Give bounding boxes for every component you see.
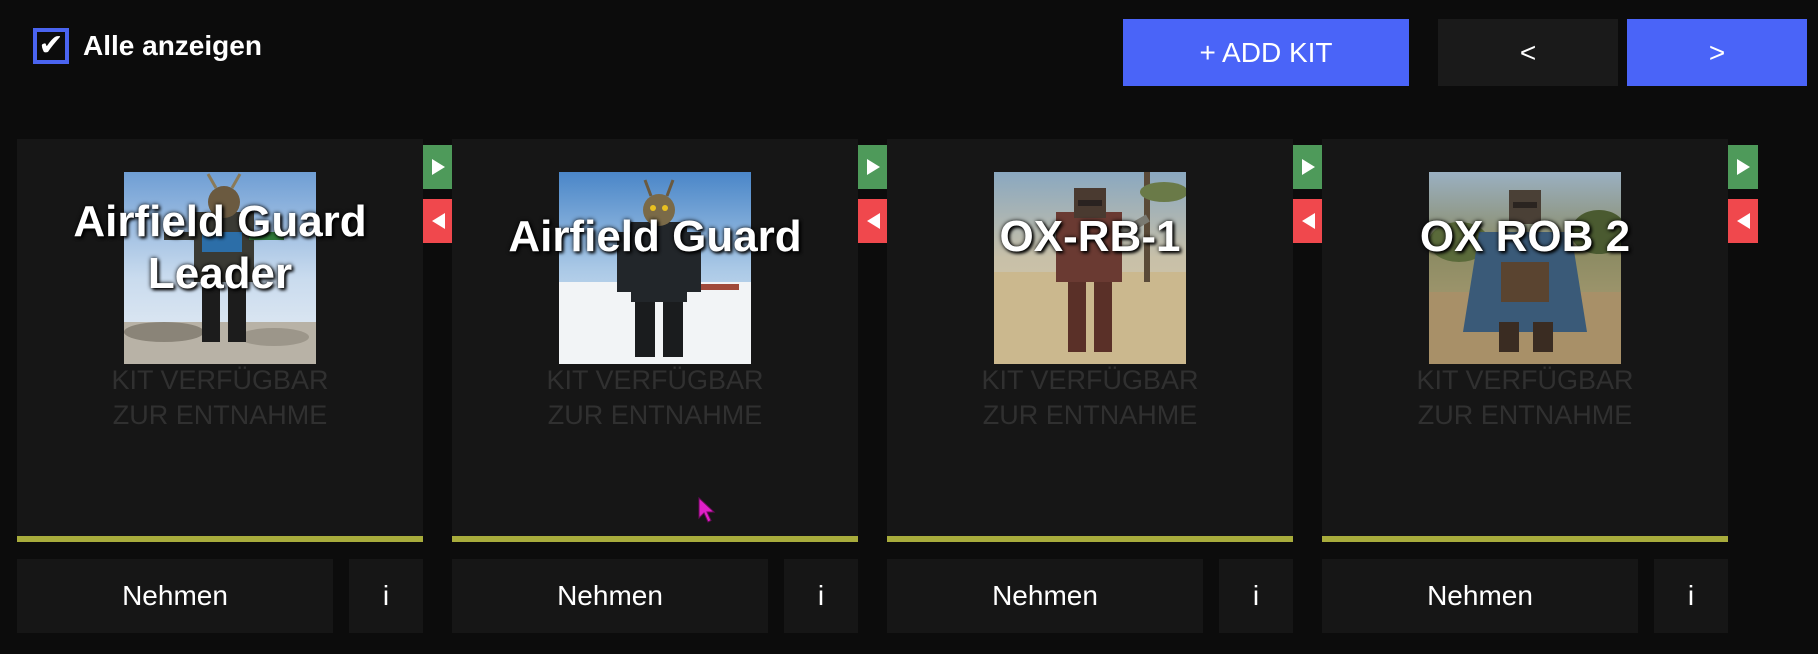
kit-status-line: ZUR ENTNAHME: [547, 400, 763, 430]
take-kit-button[interactable]: Nehmen: [17, 559, 333, 633]
kit-status: KIT VERFÜGBAR ZUR ENTNAHME: [17, 363, 423, 433]
back-icon: [1301, 213, 1315, 229]
kit-preview-button[interactable]: [858, 145, 888, 189]
back-icon: [431, 213, 445, 229]
kit-status-line: KIT VERFÜGBAR: [1416, 365, 1634, 395]
kit-info-button[interactable]: i: [1654, 559, 1728, 633]
kit-preview-button[interactable]: [423, 145, 453, 189]
show-all-checkbox[interactable]: ✔: [33, 28, 69, 64]
play-icon: [431, 159, 445, 175]
mouse-cursor-icon: [698, 496, 716, 528]
kit-card: Airfield Guard KIT VERFÜGBAR ZUR ENTNAHM…: [452, 139, 858, 542]
kit-status-line: ZUR ENTNAHME: [1417, 400, 1633, 430]
previous-page-button[interactable]: <: [1438, 19, 1618, 86]
back-icon: [866, 213, 880, 229]
ox-rb-1-portrait-icon: [994, 172, 1186, 364]
kit-status: KIT VERFÜGBAR ZUR ENTNAHME: [1322, 363, 1728, 433]
airfield-guard-portrait-icon: [559, 172, 751, 364]
kit-title: Airfield Guard Leader: [73, 197, 367, 298]
kit-info-button[interactable]: i: [784, 559, 858, 633]
kit-title: Airfield Guard: [508, 212, 802, 261]
kit-status-line: KIT VERFÜGBAR: [546, 365, 764, 395]
kit-card: OX ROB 2 KIT VERFÜGBAR ZUR ENTNAHME: [1322, 139, 1728, 542]
kit-info-button[interactable]: i: [349, 559, 423, 633]
play-icon: [1301, 159, 1315, 175]
play-icon: [1736, 159, 1750, 175]
kit-status: KIT VERFÜGBAR ZUR ENTNAHME: [452, 363, 858, 433]
kit-status-line: KIT VERFÜGBAR: [111, 365, 329, 395]
take-kit-button[interactable]: Nehmen: [887, 559, 1203, 633]
show-all-label: Alle anzeigen: [83, 30, 262, 61]
kit-card: Airfield Guard Leader KIT VERFÜGBAR ZUR …: [17, 139, 423, 542]
kit-info-button[interactable]: i: [1219, 559, 1293, 633]
kit-preview-button[interactable]: [1728, 145, 1758, 189]
kit-title: OX-RB-1: [999, 212, 1181, 261]
kit-progress-bar: [887, 536, 1293, 542]
add-kit-button[interactable]: + ADD KIT: [1123, 19, 1409, 86]
kit-back-button[interactable]: [1293, 199, 1323, 243]
kit-progress-bar: [1322, 536, 1728, 542]
kit-back-button[interactable]: [858, 199, 888, 243]
kit-preview-button[interactable]: [1293, 145, 1323, 189]
kit-progress-bar: [452, 536, 858, 542]
kit-back-button[interactable]: [1728, 199, 1758, 243]
take-kit-button[interactable]: Nehmen: [1322, 559, 1638, 633]
kit-status: KIT VERFÜGBAR ZUR ENTNAHME: [887, 363, 1293, 433]
kits-page: ✔ Alle anzeigen + ADD KIT < > Airfield G…: [0, 0, 1818, 654]
play-icon: [866, 159, 880, 175]
kit-card: OX-RB-1 KIT VERFÜGBAR ZUR ENTNAHME: [887, 139, 1293, 542]
kit-status-line: KIT VERFÜGBAR: [981, 365, 1199, 395]
take-kit-button[interactable]: Nehmen: [452, 559, 768, 633]
next-page-button[interactable]: >: [1627, 19, 1807, 86]
show-all-toggle[interactable]: ✔ Alle anzeigen: [33, 28, 262, 64]
kit-status-line: ZUR ENTNAHME: [112, 400, 328, 430]
kit-progress-bar: [17, 536, 423, 542]
kit-back-button[interactable]: [423, 199, 453, 243]
back-icon: [1736, 213, 1750, 229]
ox-rob-2-portrait-icon: [1429, 172, 1621, 364]
kit-status-line: ZUR ENTNAHME: [982, 400, 1198, 430]
kit-title: OX ROB 2: [1419, 212, 1631, 261]
